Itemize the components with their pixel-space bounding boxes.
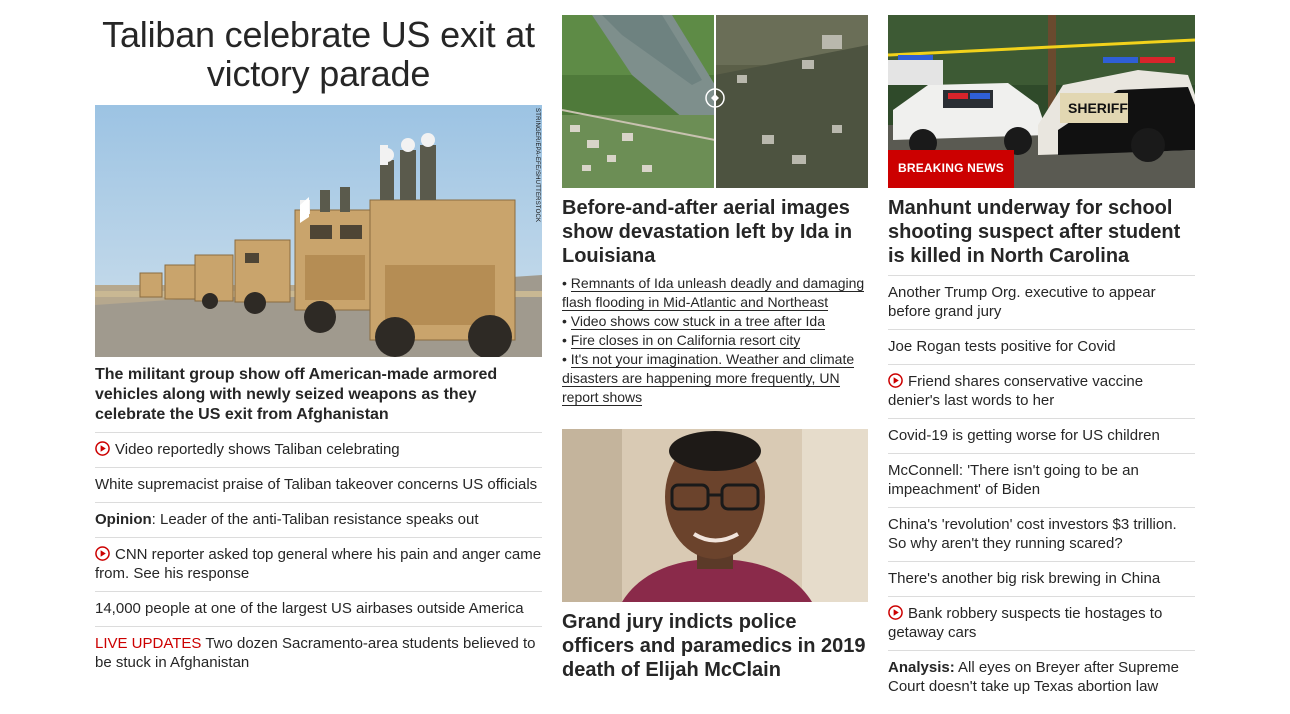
middle-column: Before-and-after aerial images show deva…	[562, 0, 868, 682]
list-item[interactable]: Another Trump Org. executive to appear b…	[888, 276, 1195, 330]
lead-related-list: Video reportedly shows Taliban celebrati…	[95, 433, 542, 680]
play-circle-icon	[888, 373, 903, 388]
bullet-link[interactable]: It's not your imagination. Weather and c…	[562, 351, 855, 406]
ida-aerial-image[interactable]	[562, 15, 868, 188]
manhunt-image[interactable]: SHERIFF BREAKING NEWS	[888, 15, 1195, 188]
lead-story-column: Taliban celebrate US exit at victory par…	[95, 0, 542, 680]
list-item[interactable]: Joe Rogan tests positive for Covid	[888, 330, 1195, 365]
photo-credit: STRINGER/EPA-EFE/SHUTTERSTOCK	[534, 108, 540, 223]
list-item[interactable]: Video reportedly shows Taliban celebrati…	[95, 433, 542, 468]
list-item[interactable]: • Remnants of Ida unleash deadly and dam…	[562, 274, 868, 312]
list-item-text: 14,000 people at one of the largest US a…	[95, 600, 524, 617]
list-item-text: Bank robbery suspects tie hostages to ge…	[888, 605, 1163, 641]
bullet-link[interactable]: Fire closes in on California resort city	[570, 332, 801, 349]
play-circle-icon	[95, 546, 110, 561]
list-item-text: Another Trump Org. executive to appear b…	[888, 284, 1156, 320]
list-item-text: White supremacist praise of Taliban take…	[95, 476, 538, 493]
list-item[interactable]: There's another big risk brewing in Chin…	[888, 562, 1195, 597]
list-item-text: : Leader of the anti-Taliban resistance …	[151, 511, 479, 528]
bullet-link[interactable]: Video shows cow stuck in a tree after Id…	[570, 313, 826, 330]
list-item[interactable]: 14,000 people at one of the largest US a…	[95, 592, 542, 627]
list-item[interactable]: Covid-19 is getting worse for US childre…	[888, 419, 1195, 454]
elijah-headline[interactable]: Grand jury indicts police officers and p…	[562, 610, 868, 682]
list-item[interactable]: China's 'revolution' cost investors $3 t…	[888, 508, 1195, 562]
list-item-text: McConnell: 'There isn't going to be an i…	[888, 462, 1139, 498]
portrait-photo	[562, 429, 868, 602]
list-item[interactable]: • Fire closes in on California resort ci…	[562, 331, 868, 350]
list-item-text: CNN reporter asked top general where his…	[95, 546, 542, 582]
right-related-list: Another Trump Org. executive to appear b…	[888, 276, 1195, 704]
elijah-image[interactable]	[562, 429, 868, 602]
list-item[interactable]: Opinion: Leader of the anti-Taliban resi…	[95, 503, 542, 538]
list-item[interactable]: McConnell: 'There isn't going to be an i…	[888, 454, 1195, 508]
list-item[interactable]: White supremacist praise of Taliban take…	[95, 468, 542, 503]
aerial-before-after-photo	[562, 15, 868, 188]
right-column: SHERIFF BREAKING NEWS Manhunt underway f…	[888, 0, 1195, 704]
list-item[interactable]: Friend shares conservative vaccine denie…	[888, 365, 1195, 419]
sheriff-text: SHERIFF	[1068, 100, 1128, 116]
list-item-text: Joe Rogan tests positive for Covid	[888, 338, 1116, 355]
play-circle-icon	[888, 605, 903, 620]
ida-bullet-list: • Remnants of Ida unleash deadly and dam…	[562, 274, 868, 407]
opinion-label: Opinion	[95, 511, 152, 528]
taliban-parade-photo	[95, 105, 542, 357]
list-item[interactable]: Bank robbery suspects tie hostages to ge…	[888, 597, 1195, 651]
list-item[interactable]: Analysis: All eyes on Breyer after Supre…	[888, 651, 1195, 704]
list-item-text: Friend shares conservative vaccine denie…	[888, 373, 1144, 409]
manhunt-headline[interactable]: Manhunt underway for school shooting sus…	[888, 196, 1195, 276]
list-item-text: China's 'revolution' cost investors $3 t…	[888, 516, 1177, 552]
list-item-text: Covid-19 is getting worse for US childre…	[888, 427, 1160, 444]
list-item-text: There's another big risk brewing in Chin…	[888, 570, 1161, 587]
lead-summary[interactable]: The militant group show off American-mad…	[95, 365, 542, 433]
ida-headline[interactable]: Before-and-after aerial images show deva…	[562, 196, 868, 268]
list-item[interactable]: • Video shows cow stuck in a tree after …	[562, 312, 868, 331]
live-updates-label: LIVE UPDATES	[95, 635, 202, 652]
lead-headline[interactable]: Taliban celebrate US exit at victory par…	[95, 15, 542, 93]
list-item-text: Video reportedly shows Taliban celebrati…	[115, 441, 400, 458]
list-item[interactable]: CNN reporter asked top general where his…	[95, 538, 542, 592]
breaking-news-badge: BREAKING NEWS	[888, 150, 1014, 188]
list-item[interactable]: • It's not your imagination. Weather and…	[562, 350, 868, 407]
play-circle-icon	[95, 441, 110, 456]
list-item[interactable]: LIVE UPDATES Two dozen Sacramento-area s…	[95, 627, 542, 680]
analysis-label: Analysis:	[888, 659, 955, 676]
bullet-link[interactable]: Remnants of Ida unleash deadly and damag…	[562, 275, 865, 311]
lead-image-taliban-parade[interactable]: STRINGER/EPA-EFE/SHUTTERSTOCK	[95, 105, 542, 357]
